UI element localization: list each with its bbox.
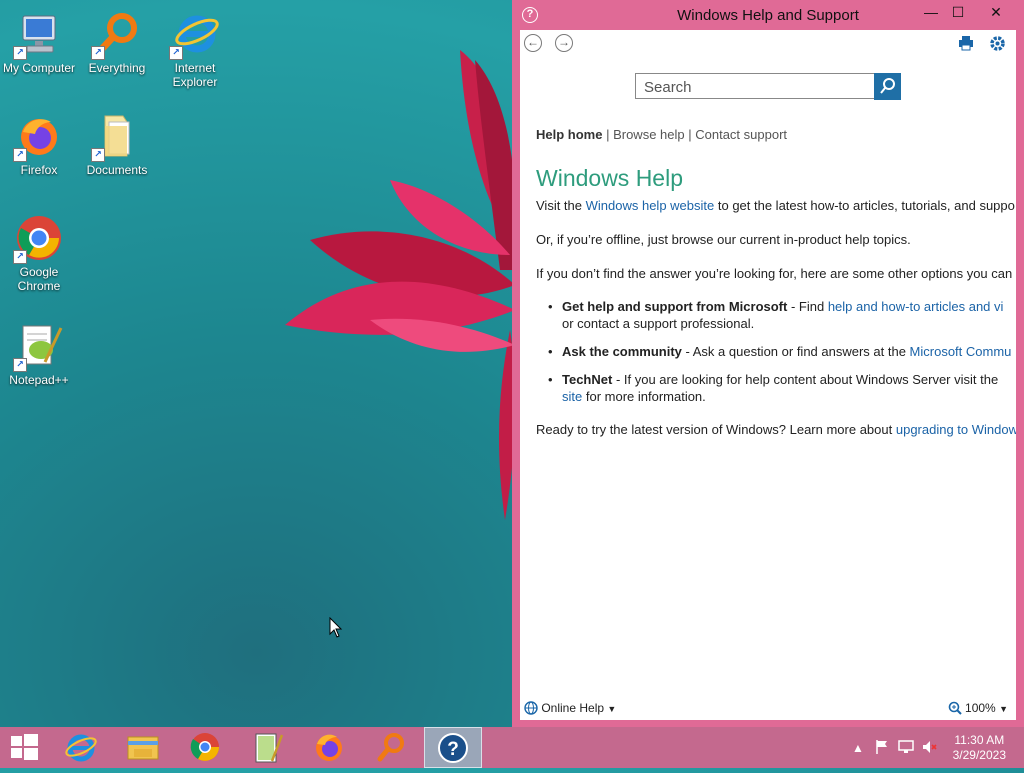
breadcrumb-links: Help home | Browse help | Contact suppor… [536, 127, 788, 142]
zoom-icon [948, 701, 962, 715]
notepad-plus-plus-icon: ↗ [13, 322, 63, 372]
clock-time: 11:30 AM [954, 733, 1005, 747]
desktop-icon-label: Google Chrome [17, 265, 61, 293]
taskbar-firefox[interactable] [300, 727, 358, 768]
show-hidden-icons-chevron-icon[interactable]: ▲ [852, 741, 864, 755]
support-options-list: Get help and support from Microsoft - Fi… [536, 298, 1016, 405]
help-article: Windows Help Visit the Windows help webs… [536, 165, 1016, 437]
internet-explorer-icon: ↗ [169, 10, 219, 60]
folder-icon: ↗ [91, 112, 141, 162]
forward-arrow-icon[interactable]: → [555, 34, 573, 52]
start-button[interactable] [0, 727, 58, 768]
desktop-icon-everything[interactable]: ↗ Everything [78, 10, 156, 75]
printer-icon[interactable] [958, 35, 974, 51]
window-titlebar[interactable]: ? Windows Help and Support — ☐ ✕ [512, 0, 1024, 30]
help-content-pane: ← → Search Help home | Browse help | Con… [520, 30, 1016, 720]
folder-icon [127, 736, 159, 760]
windows-help-website-link[interactable]: Windows help website [586, 198, 715, 213]
speaker-muted-icon[interactable] [921, 739, 937, 755]
help-articles-link[interactable]: help and how-to articles and vi [828, 299, 1004, 314]
taskbar-google-chrome[interactable] [176, 727, 234, 768]
help-question-icon: ? [438, 733, 468, 763]
minimize-button[interactable]: — [917, 2, 945, 22]
upgrade-windows-link[interactable]: upgrading to Window [896, 422, 1016, 437]
windows-logo-icon [11, 734, 38, 760]
chrome-icon: ↗ [13, 214, 63, 264]
online-help-dropdown[interactable]: Online Help ▼ [524, 701, 616, 715]
firefox-icon: ↗ [13, 112, 63, 162]
notepad-plus-plus-icon [255, 733, 284, 763]
everything-search-icon [377, 733, 404, 762]
list-item: Get help and support from Microsoft - Fi… [536, 298, 1016, 332]
close-button[interactable]: ✕ [982, 2, 1010, 22]
action-center-flag-icon[interactable] [874, 739, 890, 755]
taskbar-file-explorer[interactable] [114, 727, 172, 768]
list-item: TechNet - If you are looking for help co… [536, 371, 1016, 405]
system-clock[interactable]: 11:30 AM 3/29/2023 [953, 733, 1006, 763]
help-home-link[interactable]: Help home [536, 127, 602, 142]
maximize-button[interactable]: ☐ [944, 2, 972, 22]
status-bar: Online Help ▼ 100% ▼ [520, 696, 1016, 720]
desktop-icon-label: My Computer [2, 61, 76, 75]
svg-text:?: ? [447, 739, 459, 760]
everything-search-icon: ↗ [91, 10, 141, 60]
list-item: Ask the community - Ask a question or fi… [536, 343, 1016, 360]
desktop-icon-documents[interactable]: ↗ Documents [78, 112, 156, 177]
desktop-icon-notepad-plus-plus[interactable]: ↗ Notepad++ [0, 322, 78, 387]
internet-explorer-icon [65, 734, 97, 762]
desktop-icon-label: Notepad++ [9, 373, 69, 387]
wallpaper-flower [285, 50, 517, 520]
help-and-support-window[interactable]: ? Windows Help and Support — ☐ ✕ ← → Sea… [512, 0, 1024, 727]
chevron-down-icon: ▼ [607, 704, 617, 714]
offline-paragraph: Or, if you’re offline, just browse our c… [536, 232, 911, 247]
firefox-icon [316, 734, 342, 761]
page-title: Windows Help [536, 165, 683, 191]
chrome-icon [190, 733, 219, 761]
search-input[interactable]: Search [635, 73, 875, 99]
desktop-icon-label: Internet Explorer [172, 61, 218, 89]
network-icon[interactable] [898, 739, 914, 755]
options-paragraph: If you don’t find the answer you’re look… [536, 266, 1013, 281]
desktop-icon-label: Everything [88, 61, 146, 75]
upgrade-paragraph: Ready to try the latest version of Windo… [536, 422, 1016, 437]
contact-support-link[interactable]: Contact support [695, 127, 787, 142]
taskbar: ? ▲ 11:30 AM 3/29/2023 [0, 727, 1024, 768]
mouse-cursor-icon [329, 617, 343, 638]
desktop-icon-my-computer[interactable]: ↗ My Computer [0, 10, 78, 75]
gear-icon[interactable] [989, 35, 1006, 52]
desktop-icon-internet-explorer[interactable]: ↗ Internet Explorer [156, 10, 234, 89]
clock-date: 3/29/2023 [952, 748, 1006, 762]
search-button[interactable] [874, 73, 901, 100]
back-arrow-icon[interactable]: ← [524, 34, 542, 52]
computer-icon: ↗ [13, 10, 63, 60]
microsoft-community-link[interactable]: Microsoft Commu [910, 344, 1012, 359]
chevron-down-icon: ▼ [999, 704, 1008, 714]
browse-help-link[interactable]: Browse help [613, 127, 685, 142]
taskbar-notepad-plus-plus[interactable] [238, 727, 296, 768]
intro-paragraph: Visit the Windows help website to get th… [536, 198, 1015, 213]
technet-site-link[interactable]: site [562, 389, 582, 404]
taskbar-internet-explorer[interactable] [52, 727, 110, 768]
desktop-icon-label: Documents [86, 163, 148, 177]
desktop-icon-label: Firefox [20, 163, 58, 177]
desktop-icon-google-chrome[interactable]: ↗ Google Chrome [0, 214, 78, 293]
taskbar-everything[interactable] [362, 727, 420, 768]
zoom-dropdown[interactable]: 100% ▼ [948, 701, 1008, 715]
taskbar-help-and-support[interactable]: ? [424, 727, 482, 768]
desktop-icon-firefox[interactable]: ↗ Firefox [0, 112, 78, 177]
globe-icon [524, 701, 538, 715]
search-icon [880, 78, 895, 94]
